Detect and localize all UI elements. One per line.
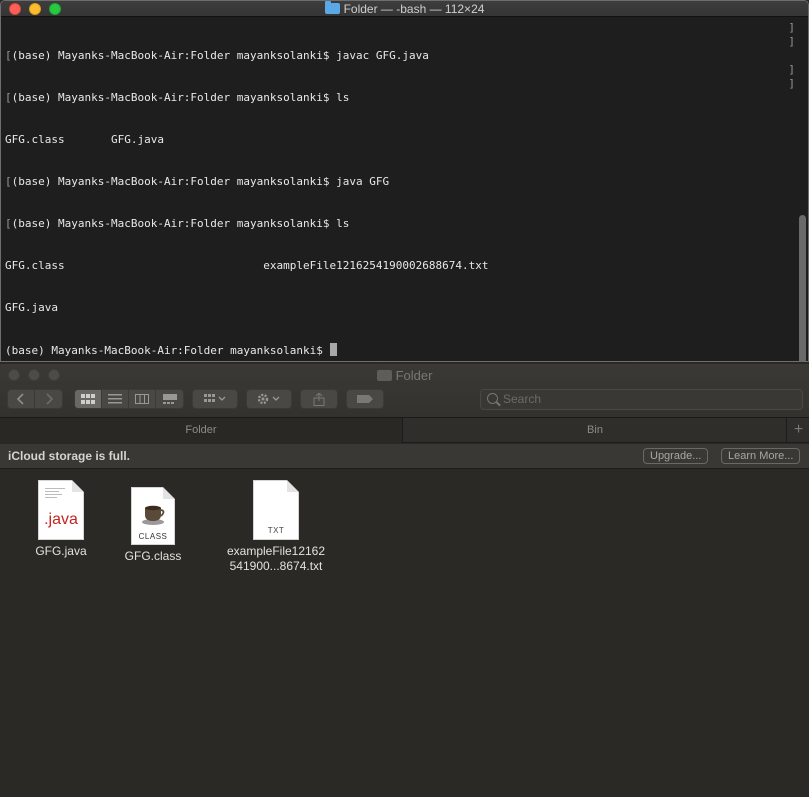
- file-item-gfg-class[interactable]: CLASS GFG.class: [103, 487, 203, 564]
- grid-icon: [81, 394, 95, 404]
- file-name: GFG.java: [35, 544, 87, 558]
- icon-view-button[interactable]: [75, 390, 102, 408]
- columns-icon: [135, 394, 149, 404]
- icloud-message: iCloud storage is full.: [8, 449, 131, 463]
- finder-toolbar: Folder Search: [0, 364, 809, 418]
- file-item-gfg-java[interactable]: .java GFG.java: [11, 480, 111, 559]
- folder-icon: [376, 370, 392, 381]
- terminal-prompt-line[interactable]: (base) Mayanks-MacBook-Air:Folder mayank…: [5, 343, 792, 357]
- chevron-left-icon: [17, 393, 24, 405]
- file-grid: .java GFG.java CLASS GFG.class TXT examp…: [0, 470, 809, 797]
- terminal-title: Folder — -bash — 112×24: [1, 1, 808, 16]
- terminal-line: [(base) Mayanks-MacBook-Air:Folder mayan…: [5, 217, 350, 230]
- view-mode-control: [74, 389, 184, 409]
- share-button[interactable]: [300, 389, 338, 409]
- chevron-right-icon: [45, 393, 53, 405]
- terminal-output[interactable]: [(base) Mayanks-MacBook-Air:Folder mayan…: [1, 17, 796, 361]
- terminal-line: [(base) Mayanks-MacBook-Air:Folder mayan…: [5, 175, 390, 188]
- new-tab-button[interactable]: +: [788, 418, 809, 443]
- finder-title: Folder: [0, 368, 809, 383]
- terminal-line: [(base) Mayanks-MacBook-Air:Folder mayan…: [5, 91, 350, 104]
- terminal-line: GFG.class exampleFile1216254190002688674…: [5, 259, 489, 272]
- folder-icon: [324, 1, 340, 14]
- terminal-prompt: (base) Mayanks-MacBook-Air:Folder mayank…: [5, 344, 330, 357]
- finder-tabbar: Folder Bin +: [0, 418, 809, 443]
- finder-window: Folder Search Folder Bin + iCloud storag…: [0, 364, 809, 797]
- tag-icon: [357, 395, 373, 403]
- search-icon: [487, 393, 498, 404]
- terminal-title-text: Folder — -bash — 112×24: [343, 2, 485, 16]
- action-button[interactable]: [246, 389, 292, 409]
- back-forward-control: [7, 389, 63, 409]
- terminal-scroll-thumb[interactable]: [799, 215, 806, 361]
- terminal-scrollbar[interactable]: [796, 17, 808, 361]
- forward-button[interactable]: [35, 390, 62, 408]
- group-by-button[interactable]: [192, 389, 238, 409]
- search-input[interactable]: Search: [480, 389, 803, 410]
- gear-icon: [257, 393, 280, 405]
- tab-bin[interactable]: Bin: [404, 418, 787, 443]
- java-file-icon: .java: [38, 480, 84, 540]
- file-item-example-txt[interactable]: TXT exampleFile12162 541900...8674.txt: [226, 480, 326, 574]
- class-file-icon: CLASS: [131, 487, 175, 545]
- column-view-button[interactable]: [129, 390, 156, 408]
- upgrade-button[interactable]: Upgrade...: [643, 448, 709, 464]
- terminal-line: GFG.class GFG.java: [5, 133, 164, 146]
- learn-more-button[interactable]: Learn More...: [721, 448, 801, 464]
- terminal-window: Folder — -bash — 112×24 [(base) Mayanks-…: [0, 0, 809, 362]
- group-grid-icon: [204, 394, 226, 402]
- coffee-cup-icon: [142, 505, 165, 525]
- share-icon: [313, 392, 325, 406]
- icloud-banner: iCloud storage is full. Upgrade... Learn…: [0, 444, 809, 469]
- gallery-icon: [162, 394, 177, 404]
- list-icon: [108, 394, 122, 404]
- tab-folder[interactable]: Folder: [0, 418, 403, 443]
- back-button[interactable]: [8, 390, 35, 408]
- terminal-line: [(base) Mayanks-MacBook-Air:Folder mayan…: [5, 49, 429, 62]
- file-name: exampleFile12162 541900...8674.txt: [226, 544, 326, 573]
- list-view-button[interactable]: [102, 390, 129, 408]
- txt-file-icon: TXT: [253, 480, 299, 540]
- terminal-titlebar[interactable]: Folder — -bash — 112×24: [1, 1, 808, 17]
- file-name: GFG.class: [124, 549, 182, 563]
- gallery-view-button[interactable]: [156, 390, 183, 408]
- terminal-line: GFG.java: [5, 301, 58, 314]
- line-marks: ]]]]: [788, 21, 795, 90]
- text-cursor: [329, 343, 337, 356]
- tags-button[interactable]: [346, 389, 384, 409]
